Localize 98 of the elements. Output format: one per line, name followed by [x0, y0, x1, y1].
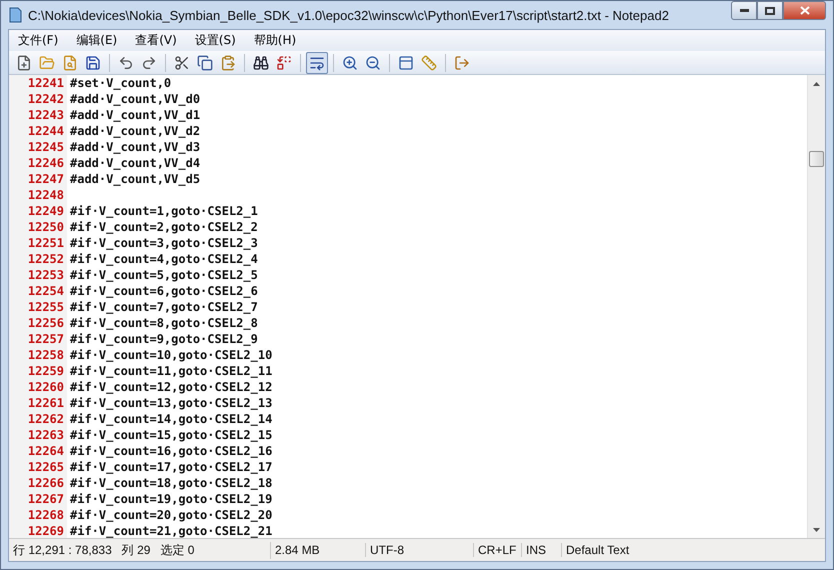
- line-number: 12241: [9, 75, 67, 91]
- scroll-down-icon: [813, 528, 820, 532]
- exit-icon: [454, 54, 470, 70]
- line-number: 12254: [9, 283, 67, 299]
- code-line: #if·V_count=4,goto·CSEL2_4: [69, 252, 258, 266]
- line-number: 12266: [9, 475, 67, 491]
- line-number: 12245: [9, 139, 67, 155]
- line-number: 12268: [9, 507, 67, 523]
- status-field: UTF-8: [366, 543, 474, 557]
- code-line: #add·V_count,VV_d3: [69, 140, 200, 154]
- line-number: 12267: [9, 491, 67, 507]
- line-number: 12258: [9, 347, 67, 363]
- new-file-icon: [16, 54, 32, 70]
- word-wrap-icon: [309, 54, 325, 70]
- menu-item[interactable]: 查看(V): [126, 32, 186, 49]
- code-line: #if·V_count=7,goto·CSEL2_7: [69, 300, 258, 314]
- line-number: 12259: [9, 363, 67, 379]
- redo-icon: [141, 54, 157, 70]
- code-line: #if·V_count=20,goto·CSEL2_20: [69, 508, 272, 522]
- line-number: 12243: [9, 107, 67, 123]
- copy-icon: [197, 54, 213, 70]
- line-number: 12251: [9, 235, 67, 251]
- paste-icon: [220, 54, 236, 70]
- status-field: INS: [522, 543, 562, 557]
- line-number: 12260: [9, 379, 67, 395]
- line-number: 12248: [9, 187, 67, 203]
- zoom-in-icon: [342, 54, 358, 70]
- line-number: 12265: [9, 459, 67, 475]
- line-number: 12247: [9, 171, 67, 187]
- code-line: #if·V_count=11,goto·CSEL2_11: [69, 364, 272, 378]
- line-number: 12263: [9, 427, 67, 443]
- code-line: #add·V_count,VV_d0: [69, 92, 200, 106]
- save-icon: [85, 54, 101, 70]
- line-number: 12256: [9, 315, 67, 331]
- code-line: #add·V_count,VV_d2: [69, 124, 200, 138]
- zoom-out-icon: [365, 54, 381, 70]
- cut-icon: [174, 54, 190, 70]
- line-number: 12255: [9, 299, 67, 315]
- vertical-scrollbar[interactable]: [807, 75, 825, 538]
- scroll-up-icon: [813, 82, 820, 86]
- code-line: #if·V_count=16,goto·CSEL2_16: [69, 444, 272, 458]
- menu-item[interactable]: 帮助(H): [244, 32, 306, 49]
- line-number: 12249: [9, 203, 67, 219]
- code-line: #add·V_count,VV_d4: [69, 156, 200, 170]
- maximize-button[interactable]: [757, 1, 783, 20]
- menu-item[interactable]: 设置(S): [186, 32, 245, 49]
- undo-icon: [118, 54, 134, 70]
- minimize-button[interactable]: [731, 1, 757, 20]
- status-field: CR+LF: [474, 543, 522, 557]
- window-title: C:\Nokia\devices\Nokia_Symbian_Belle_SDK_v1.0\epoc32\winscw\c\Python\Ever17\script\start2.txt - Notepad2: [28, 8, 670, 22]
- code-line: #if·V_count=14,goto·CSEL2_14: [69, 412, 272, 426]
- notepad-icon: [8, 7, 22, 23]
- code-line: #if·V_count=10,goto·CSEL2_10: [69, 348, 272, 362]
- binoculars-icon: [253, 54, 269, 70]
- window-icon: [398, 54, 414, 70]
- line-number: 12253: [9, 267, 67, 283]
- toolbar-button[interactable]: [306, 52, 328, 74]
- code-line: #if·V_count=18,goto·CSEL2_18: [69, 476, 272, 490]
- line-number: 12269: [9, 523, 67, 538]
- line-number: 12262: [9, 411, 67, 427]
- line-number: 12264: [9, 443, 67, 459]
- code-line: #if·V_count=1,goto·CSEL2_1: [69, 204, 258, 218]
- menu-item[interactable]: 文件(F): [9, 32, 68, 49]
- code-line: #set·V_count,0: [69, 76, 172, 90]
- maximize-icon: [765, 6, 775, 14]
- code-line: #if·V_count=12,goto·CSEL2_12: [69, 380, 272, 394]
- line-number: 12244: [9, 123, 67, 139]
- line-number: 12261: [9, 395, 67, 411]
- code-line: #add·V_count,VV_d1: [69, 108, 200, 122]
- folder-icon: [39, 54, 55, 70]
- line-number: 12252: [9, 251, 67, 267]
- close-button[interactable]: [783, 1, 826, 20]
- line-number: 12246: [9, 155, 67, 171]
- code-line: #if·V_count=5,goto·CSEL2_5: [69, 268, 258, 282]
- code-line: #if·V_count=13,goto·CSEL2_13: [69, 396, 272, 410]
- code-line: #if·V_count=15,goto·CSEL2_15: [69, 428, 272, 442]
- scroll-thumb[interactable]: [809, 151, 824, 167]
- code-line: #if·V_count=21,goto·CSEL2_21: [69, 524, 272, 538]
- code-line: #if·V_count=3,goto·CSEL2_3: [69, 236, 258, 250]
- line-number: 12242: [9, 91, 67, 107]
- code-line: #if·V_count=6,goto·CSEL2_6: [69, 284, 258, 298]
- code-line: #if·V_count=17,goto·CSEL2_17: [69, 460, 272, 474]
- code-line: #add·V_count,VV_d5: [69, 172, 200, 186]
- file-search-icon: [62, 54, 78, 70]
- status-field: 行 12,291 : 78,833 列 29 选定 0: [9, 542, 271, 558]
- close-icon: [800, 6, 810, 15]
- status-field: Default Text: [562, 543, 634, 557]
- minimize-icon: [740, 9, 748, 12]
- ruler-icon: [421, 54, 437, 70]
- code-line: #if·V_count=9,goto·CSEL2_9: [69, 332, 258, 346]
- status-field: 2.84 MB: [271, 543, 366, 557]
- code-line: #if·V_count=8,goto·CSEL2_8: [69, 316, 258, 330]
- line-number: 12257: [9, 331, 67, 347]
- menu-item[interactable]: 编辑(E): [67, 32, 126, 49]
- code-line: #if·V_count=2,goto·CSEL2_2: [69, 220, 258, 234]
- replace-icon: [276, 54, 292, 70]
- code-line: #if·V_count=19,goto·CSEL2_19: [69, 492, 272, 506]
- line-number: 12250: [9, 219, 67, 235]
